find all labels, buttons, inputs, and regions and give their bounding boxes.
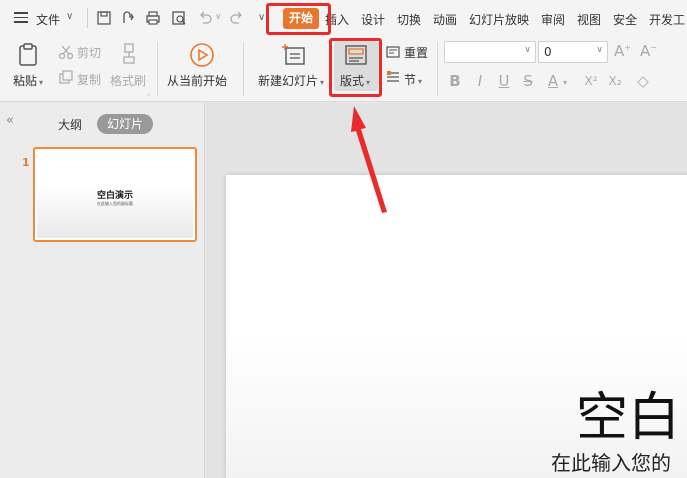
undo-icon[interactable] xyxy=(196,9,214,27)
tab-developer[interactable]: 开发工 xyxy=(649,11,685,28)
slide-number: 1 xyxy=(22,156,30,169)
italic-button[interactable]: I xyxy=(471,72,489,90)
divider xyxy=(157,42,158,96)
bold-button[interactable]: B xyxy=(446,72,464,90)
new-slide-button[interactable]: 新建幻灯片 ▾ xyxy=(258,72,324,89)
caret-icon[interactable]: ▾ xyxy=(563,78,567,87)
scissors-icon xyxy=(58,45,74,60)
highlight-box-layout xyxy=(329,38,382,97)
slide-title[interactable]: 空白 xyxy=(576,375,680,450)
editing-area: 空白 在此输入您的 xyxy=(206,103,687,478)
strikethrough-button[interactable]: S xyxy=(519,72,537,90)
highlight-box-home-tab xyxy=(266,3,331,35)
superscript-button[interactable]: X² xyxy=(580,74,602,88)
tab-transitions[interactable]: 切换 xyxy=(397,11,421,28)
slide-subtitle[interactable]: 在此输入您的 xyxy=(551,447,671,476)
tab-design[interactable]: 设计 xyxy=(361,11,385,28)
menu-icon[interactable] xyxy=(14,12,28,23)
subscript-button[interactable]: X₂ xyxy=(604,74,626,88)
format-painter-icon xyxy=(123,43,135,64)
copy-button[interactable]: 复制 xyxy=(77,71,101,88)
section-label: 节 xyxy=(404,73,417,87)
slides-panel: « 大纲 幻灯片 1 空白演示 在此输入您的副标题 xyxy=(0,103,205,478)
save-icon[interactable] xyxy=(95,9,113,27)
section-button[interactable]: 节 ▾ xyxy=(404,71,422,88)
play-from-current-button[interactable]: 从当前开始 xyxy=(167,72,227,89)
divider xyxy=(87,8,88,28)
divider xyxy=(437,42,438,96)
chevron-down-icon[interactable]: ∨ xyxy=(66,11,73,22)
font-color-button[interactable]: A xyxy=(544,72,562,90)
chevron-down-icon[interactable]: ∨ xyxy=(215,12,222,22)
reset-icon xyxy=(386,46,400,58)
print-icon[interactable] xyxy=(144,9,162,27)
export-icon[interactable] xyxy=(119,9,137,27)
tab-outline[interactable]: 大纲 xyxy=(58,116,82,133)
dialog-launcher-icon[interactable]: ⌟ xyxy=(147,90,150,97)
chevron-down-icon[interactable]: ∨ xyxy=(258,12,265,23)
copy-icon xyxy=(59,70,73,84)
thumbnail-subtitle: 在此输入您的副标题 xyxy=(97,201,133,206)
menu-bar: 文件 ∨ ∨ ∨ 开始 插入 设计 切换 动画 幻灯片放映 审阅 视图 安全 开… xyxy=(0,0,687,36)
format-painter-button[interactable]: 格式刷 xyxy=(110,72,146,89)
caret-icon: ▾ xyxy=(320,78,325,87)
caret-icon: ▾ xyxy=(39,78,44,87)
thumbnail-title: 空白演示 xyxy=(96,191,133,201)
font-size-value: 0 xyxy=(544,45,552,59)
collapse-panel-icon[interactable]: « xyxy=(6,113,14,128)
file-menu[interactable]: 文件 xyxy=(36,11,60,28)
reset-button[interactable]: 重置 xyxy=(404,44,428,61)
font-size-select[interactable]: 0 ∨ xyxy=(538,41,608,63)
paste-button[interactable]: 粘贴 ▾ xyxy=(13,72,43,89)
cut-button[interactable]: 剪切 xyxy=(77,44,101,61)
slide-thumbnail[interactable]: 空白演示 在此输入您的副标题 xyxy=(33,147,197,242)
decrease-font-icon[interactable]: A− xyxy=(640,42,657,60)
play-icon xyxy=(190,43,214,67)
paste-icon[interactable] xyxy=(16,42,40,68)
new-slide-label: 新建幻灯片 xyxy=(258,74,319,88)
clear-format-button[interactable]: ◇ xyxy=(634,72,652,90)
tab-review[interactable]: 审阅 xyxy=(541,11,565,28)
underline-button[interactable]: U xyxy=(495,72,513,90)
tab-security[interactable]: 安全 xyxy=(613,11,637,28)
font-name-select[interactable]: ∨ xyxy=(444,41,536,63)
tab-animations[interactable]: 动画 xyxy=(433,11,457,28)
annotation-arrow-icon xyxy=(351,106,387,213)
chevron-down-icon: ∨ xyxy=(524,45,531,55)
section-icon xyxy=(387,71,399,82)
divider xyxy=(243,42,244,96)
chevron-down-icon: ∨ xyxy=(596,45,603,55)
thumbnail-canvas: 空白演示 在此输入您的副标题 xyxy=(37,151,193,238)
tab-slides[interactable]: 幻灯片 xyxy=(97,114,154,134)
increase-font-icon[interactable]: A+ xyxy=(614,42,631,60)
slide-canvas[interactable]: 空白 在此输入您的 xyxy=(226,175,687,478)
tab-slideshow[interactable]: 幻灯片放映 xyxy=(469,11,529,28)
redo-icon[interactable] xyxy=(228,9,246,27)
new-slide-icon xyxy=(282,44,305,65)
caret-icon: ▾ xyxy=(418,77,423,86)
tab-view[interactable]: 视图 xyxy=(577,11,601,28)
paste-label: 粘贴 xyxy=(13,74,38,88)
print-preview-icon[interactable] xyxy=(170,9,188,27)
